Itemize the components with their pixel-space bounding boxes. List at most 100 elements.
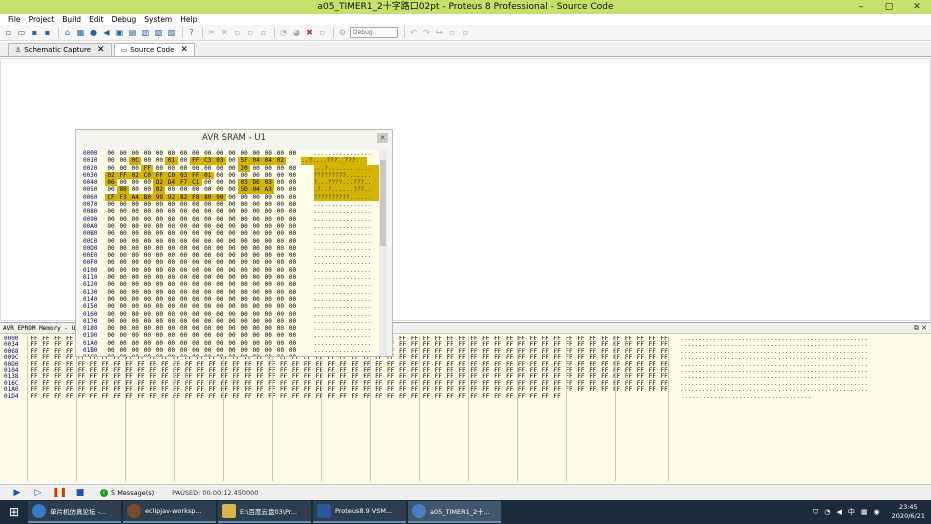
tab-source-code[interactable]: ▭ Source Code ✕ xyxy=(113,43,195,56)
sram-byte[interactable]: 00 xyxy=(165,289,177,296)
sram-byte[interactable]: 00 xyxy=(178,296,190,303)
sram-byte[interactable]: 00 xyxy=(165,186,177,193)
sram-byte[interactable]: 00 xyxy=(286,281,298,288)
sram-byte[interactable]: 00 xyxy=(105,303,117,310)
sram-byte[interactable]: 00 xyxy=(286,223,298,230)
sram-byte[interactable]: 00 xyxy=(165,208,177,215)
eeprom-byte[interactable]: FF xyxy=(349,393,361,400)
sram-byte[interactable]: 00 xyxy=(105,252,117,259)
sram-byte[interactable]: 00 xyxy=(153,354,165,356)
sram-byte[interactable]: 00 xyxy=(286,274,298,281)
sram-byte[interactable]: 00 xyxy=(141,318,153,325)
step-icon[interactable]: ▷ xyxy=(31,487,45,499)
eeprom-byte[interactable]: FF xyxy=(218,393,230,400)
sram-byte[interactable]: 00 xyxy=(190,267,202,274)
sram-byte[interactable]: 00 xyxy=(105,230,117,237)
sram-byte[interactable]: 00 xyxy=(250,208,262,215)
sram-byte[interactable]: 5D xyxy=(238,186,251,194)
sram-byte[interactable]: 00 xyxy=(226,332,238,339)
sram-byte[interactable]: 00 xyxy=(117,340,129,347)
sram-byte[interactable]: 00 xyxy=(190,281,202,288)
eeprom-byte[interactable]: FF xyxy=(28,393,40,400)
sram-byte[interactable]: 80 xyxy=(201,193,214,202)
sram-byte[interactable]: 00 xyxy=(226,179,238,186)
eeprom-byte[interactable]: FF xyxy=(64,393,76,400)
find-icon[interactable]: ▫ xyxy=(258,27,269,38)
sram-byte[interactable]: 00 xyxy=(238,332,250,339)
sram-byte[interactable]: 00 xyxy=(165,311,177,318)
sram-byte[interactable]: 00 xyxy=(178,223,190,230)
menu-help[interactable]: Help xyxy=(176,14,201,25)
sram-byte[interactable]: 00 xyxy=(190,230,202,237)
sram-byte[interactable]: 00 xyxy=(117,318,129,325)
sram-byte[interactable]: 00 xyxy=(274,216,286,223)
sram-byte[interactable]: 00 xyxy=(117,223,129,230)
sram-byte[interactable]: 00 xyxy=(214,252,226,259)
eeprom-byte[interactable]: FF xyxy=(52,393,64,400)
sram-byte[interactable]: 00 xyxy=(274,281,286,288)
sram-byte[interactable]: 00 xyxy=(141,208,153,215)
sram-byte[interactable]: 00 xyxy=(190,223,202,230)
maximize-button[interactable]: ▢ xyxy=(875,0,903,14)
eeprom-byte[interactable]: FF xyxy=(432,393,444,400)
sram-byte[interactable]: 00 xyxy=(274,238,286,245)
sram-byte[interactable]: 00 xyxy=(238,274,250,281)
sram-byte[interactable]: 00 xyxy=(141,347,153,354)
sram-byte[interactable]: 00 xyxy=(238,252,250,259)
sram-byte[interactable]: 00 xyxy=(214,208,226,215)
sram-byte[interactable]: 00 xyxy=(262,274,274,281)
sram-byte[interactable]: FF xyxy=(189,171,202,180)
qq-icon[interactable]: ◉ xyxy=(874,508,880,516)
sram-byte[interactable]: 00 xyxy=(286,296,298,303)
sram-byte[interactable]: 00 xyxy=(286,245,298,252)
sram-byte[interactable]: 00 xyxy=(214,259,226,266)
sram-byte[interactable]: 00 xyxy=(214,347,226,354)
sram-byte[interactable]: 00 xyxy=(286,208,298,215)
sram-byte[interactable]: 00 xyxy=(117,259,129,266)
sram-byte[interactable]: 00 xyxy=(117,208,129,215)
sram-byte[interactable]: 00 xyxy=(202,201,214,208)
sram-byte[interactable]: 00 xyxy=(250,230,262,237)
sram-byte[interactable]: 00 xyxy=(153,296,165,303)
undo-icon[interactable]: ↶ xyxy=(408,27,419,38)
sram-byte[interactable]: 00 xyxy=(141,216,153,223)
eeprom-byte[interactable]: FF xyxy=(504,393,516,400)
sram-byte[interactable]: 03 xyxy=(177,171,190,180)
sram-byte[interactable]: 00 xyxy=(286,230,298,237)
cut-icon[interactable]: ✂ xyxy=(206,27,217,38)
sram-byte[interactable]: 00 xyxy=(238,208,250,215)
sram-byte[interactable]: 00 xyxy=(105,274,117,281)
sram-byte[interactable]: 00 xyxy=(129,230,141,237)
sram-byte[interactable]: 00 xyxy=(250,311,262,318)
sram-byte[interactable]: 06 xyxy=(105,179,118,187)
sram-byte[interactable]: 99 xyxy=(153,193,166,202)
sram-byte[interactable]: 00 xyxy=(274,259,286,266)
sram-byte[interactable]: 02 xyxy=(129,171,142,180)
sram-byte[interactable]: 00 xyxy=(250,354,262,356)
sram-byte[interactable]: 00 xyxy=(286,165,298,172)
sram-byte[interactable]: C3 xyxy=(201,157,214,165)
shield-icon[interactable]: ⛉ xyxy=(813,508,818,517)
sram-byte[interactable]: 00 xyxy=(202,274,214,281)
sram-byte[interactable]: 00 xyxy=(202,318,214,325)
pause-icon[interactable]: ❚❚ xyxy=(52,487,67,499)
scrollbar-thumb[interactable] xyxy=(380,160,386,246)
sram-byte[interactable]: 00 xyxy=(262,252,274,259)
sram-byte[interactable]: 00 xyxy=(129,303,141,310)
sram-byte[interactable]: 00 xyxy=(202,208,214,215)
sram-byte[interactable]: 00 xyxy=(286,179,298,186)
sram-byte[interactable]: 00 xyxy=(129,267,141,274)
sram-byte[interactable]: 00 xyxy=(274,354,286,356)
sram-byte[interactable]: 00 xyxy=(105,281,117,288)
sram-byte[interactable]: 00 xyxy=(202,332,214,339)
gear-icon[interactable]: ⚙ xyxy=(337,27,348,38)
sram-byte[interactable]: 00 xyxy=(214,354,226,356)
sram-byte[interactable]: 00 xyxy=(238,216,250,223)
sram-byte[interactable]: FF xyxy=(117,171,130,180)
sram-byte[interactable]: 00 xyxy=(141,186,153,193)
sram-byte[interactable]: 00 xyxy=(274,194,286,201)
sram-byte[interactable]: 00 xyxy=(226,311,238,318)
sram-byte[interactable]: 00 xyxy=(129,347,141,354)
eeprom-byte[interactable]: FF xyxy=(230,393,242,400)
sram-byte[interactable]: 00 xyxy=(153,311,165,318)
